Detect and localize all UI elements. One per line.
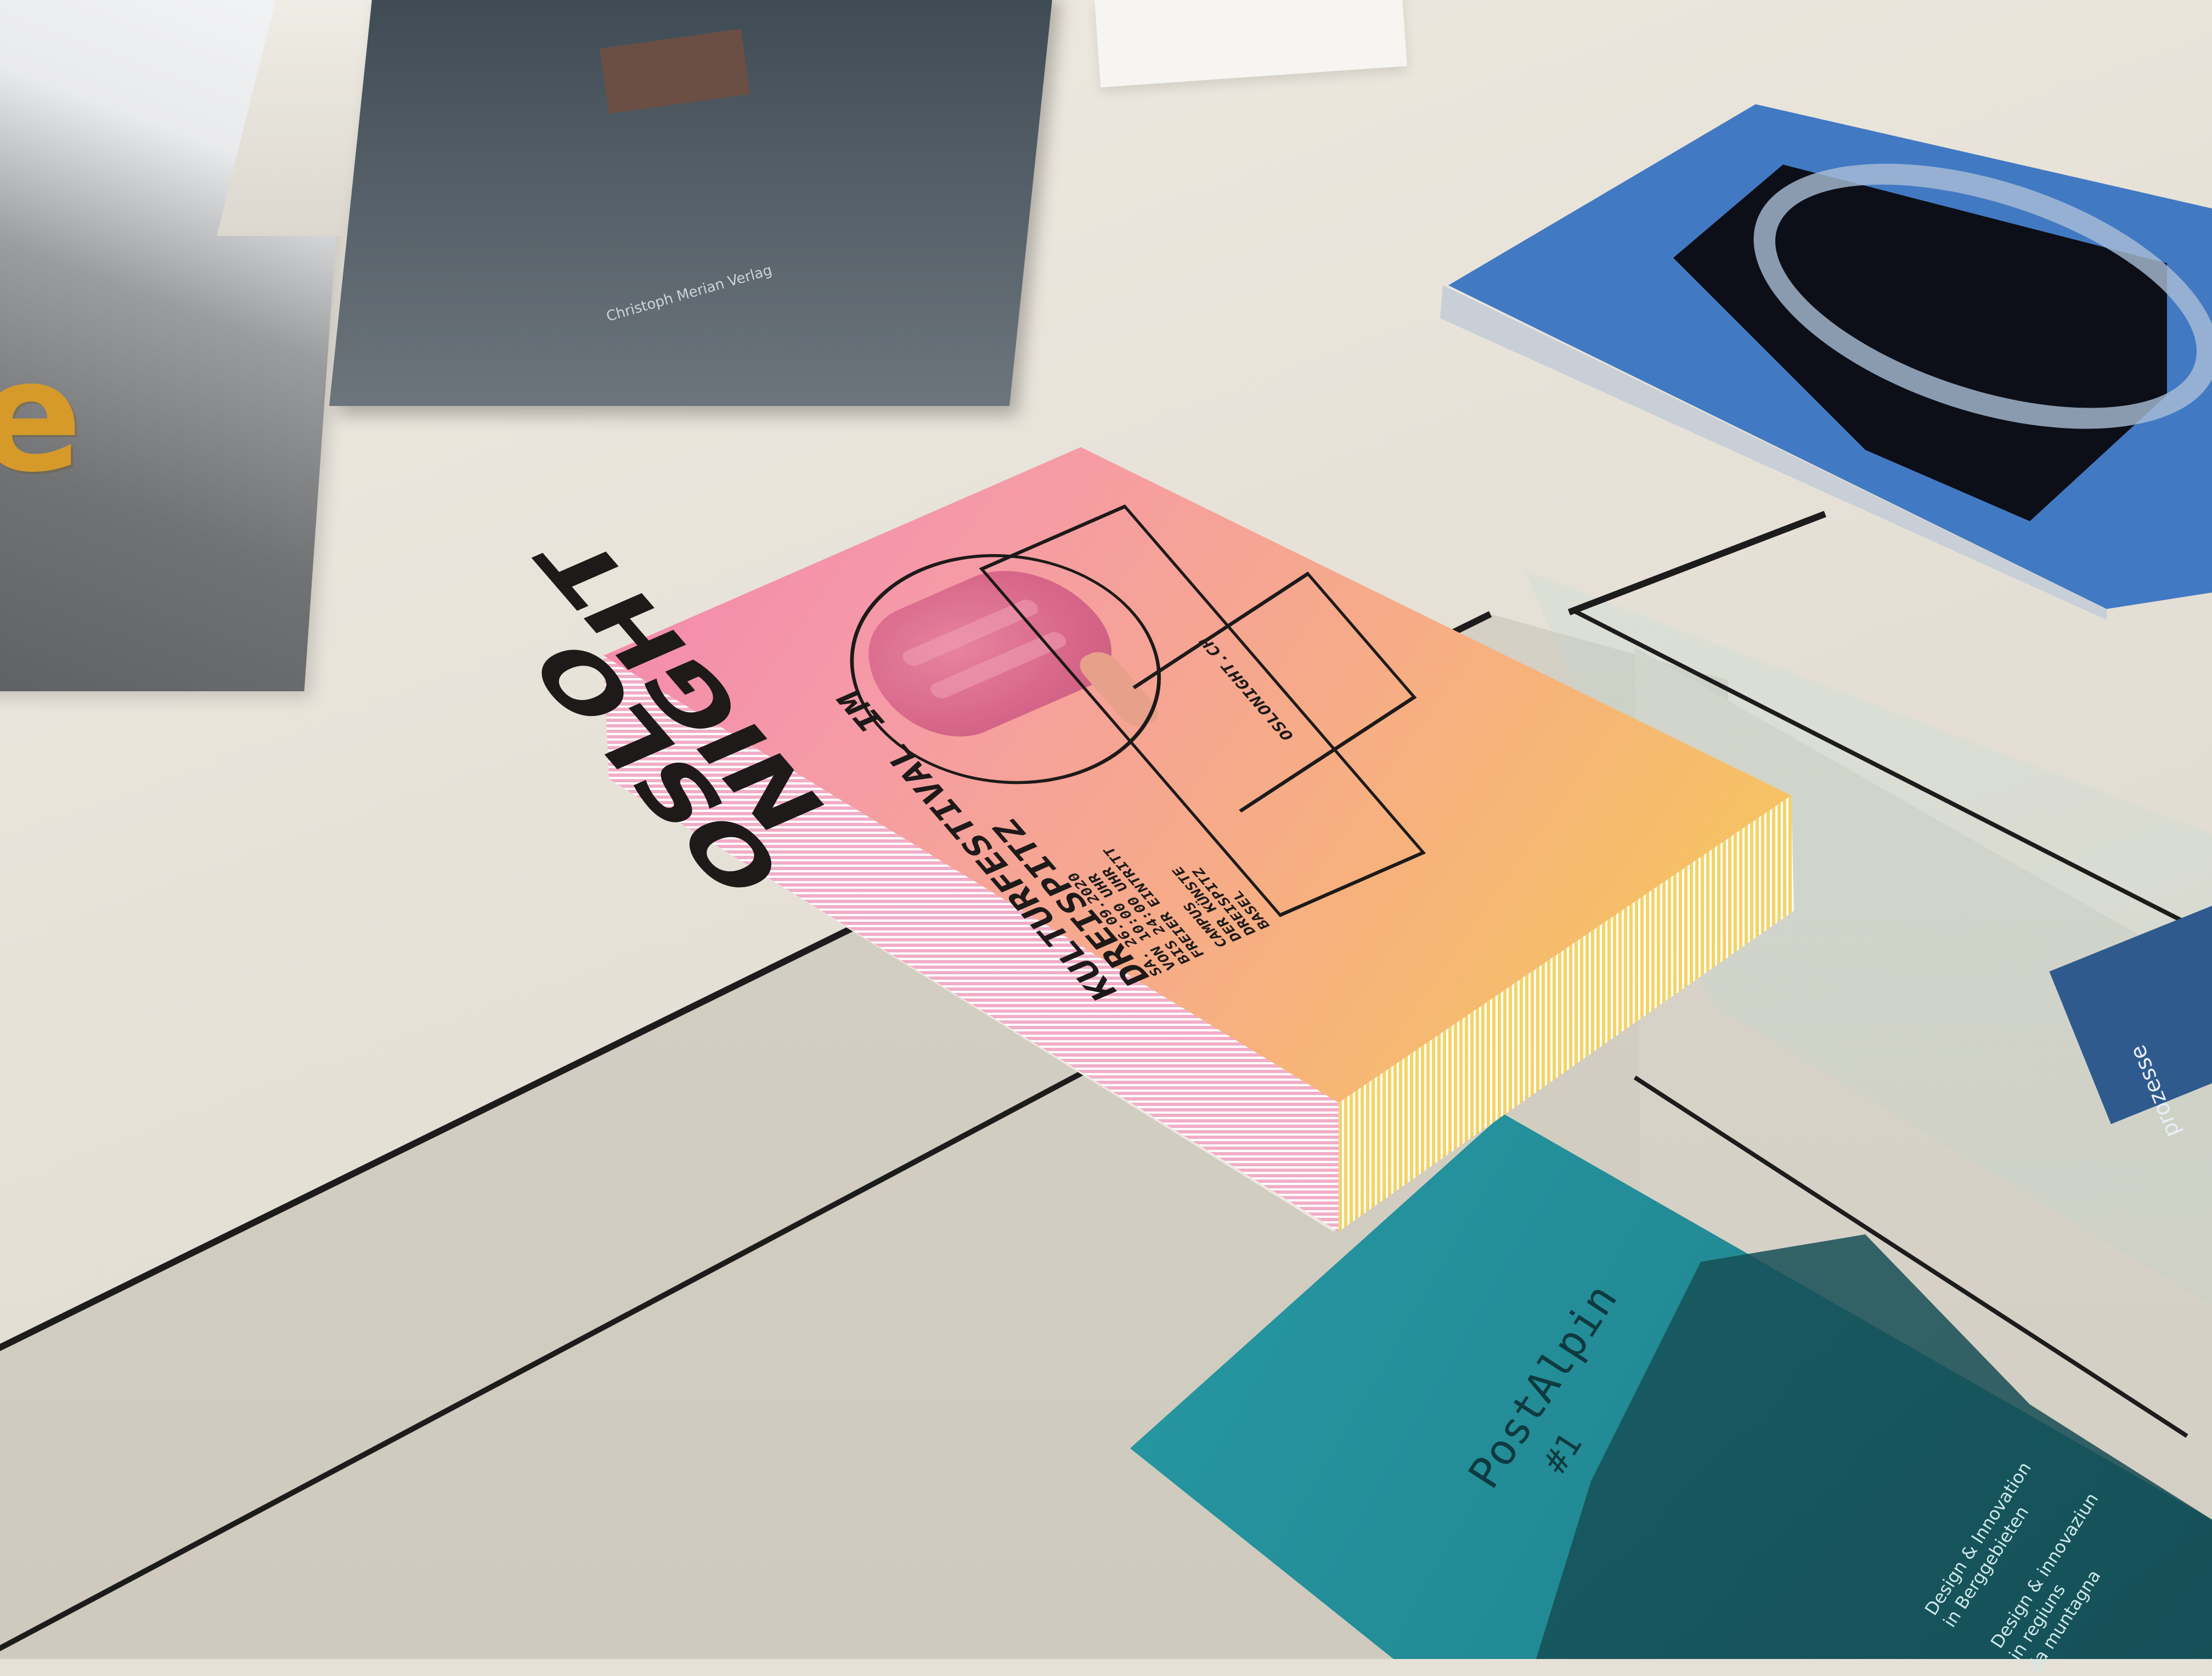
left-book-letter: e — [0, 328, 82, 506]
left-book-gold-lettering: e — [0, 340, 252, 538]
